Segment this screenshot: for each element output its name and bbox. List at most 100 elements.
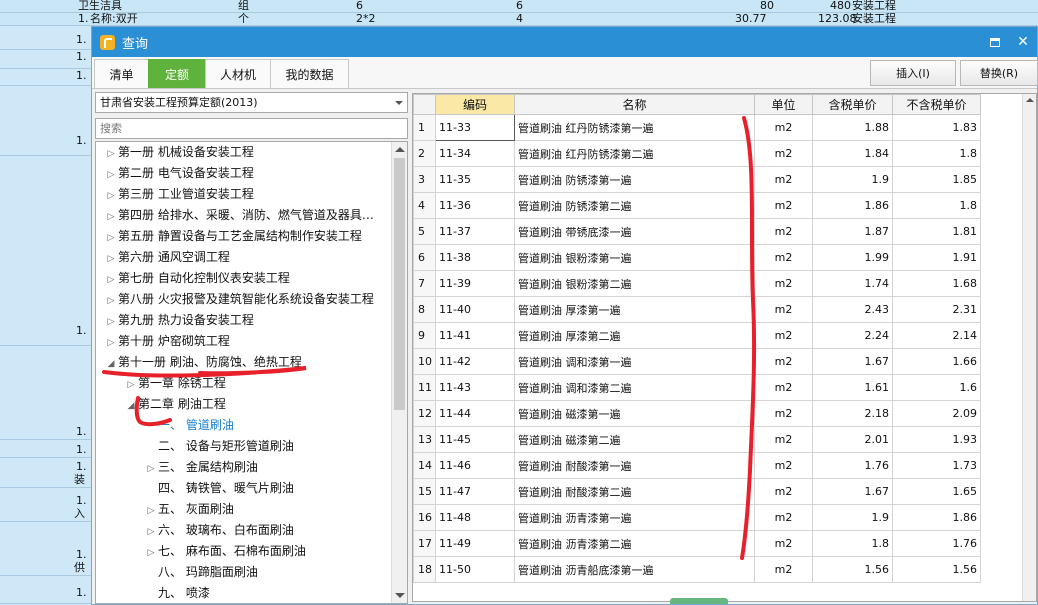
tab-quota[interactable]: 定额 <box>148 59 206 88</box>
column-header-price-with-tax[interactable]: 含税单价 <box>812 94 893 115</box>
column-header-code[interactable]: 编码 <box>435 94 515 115</box>
table-row[interactable]: 16 11-48 管道刷油 沥青漆第一遍 m2 1.9 1.86 <box>413 504 981 531</box>
table-row[interactable]: 4 11-36 管道刷油 防锈漆第二遍 m2 1.86 1.8 <box>413 192 981 219</box>
tree-item[interactable]: 二、 设备与矩形管道刷油 <box>144 436 294 457</box>
price-with-tax-cell[interactable]: 1.76 <box>812 452 893 479</box>
quota-book-select[interactable]: 甘肃省安装工程预算定额(2013) <box>95 92 408 113</box>
table-row[interactable]: 3 11-35 管道刷油 防锈漆第一遍 m2 1.9 1.85 <box>413 166 981 193</box>
price-without-tax-cell[interactable]: 1.65 <box>892 478 981 505</box>
tree-item[interactable]: ▷ 第三册 工业管道安装工程 <box>104 184 254 205</box>
scroll-up-icon[interactable] <box>1026 98 1034 102</box>
price-without-tax-cell[interactable]: 1.93 <box>892 426 981 453</box>
unit-cell[interactable]: m2 <box>754 140 813 167</box>
scroll-down-icon[interactable] <box>395 593 405 598</box>
name-cell[interactable]: 管道刷油 银粉漆第二遍 <box>514 270 755 297</box>
price-with-tax-cell[interactable]: 1.9 <box>812 504 893 531</box>
name-cell[interactable]: 管道刷油 沥青船底漆第一遍 <box>514 556 755 583</box>
expand-icon[interactable]: ▷ <box>104 228 118 249</box>
table-row[interactable]: 7 11-39 管道刷油 银粉漆第二遍 m2 1.74 1.68 <box>413 270 981 297</box>
code-cell[interactable]: 11-41 <box>435 322 515 349</box>
name-cell[interactable]: 管道刷油 耐酸漆第一遍 <box>514 452 755 479</box>
name-cell[interactable]: 管道刷油 调和漆第二遍 <box>514 374 755 401</box>
tab-labor-material-machine[interactable]: 人材机 <box>205 59 271 88</box>
code-cell[interactable]: 11-39 <box>435 270 515 297</box>
unit-cell[interactable]: m2 <box>754 192 813 219</box>
maximize-button[interactable] <box>981 27 1009 57</box>
expand-icon[interactable]: ▷ <box>104 270 118 291</box>
table-row[interactable]: 18 11-50 管道刷油 沥青船底漆第一遍 m2 1.56 1.56 <box>413 556 981 583</box>
code-cell[interactable]: 11-43 <box>435 374 515 401</box>
resize-grip[interactable] <box>670 598 728 604</box>
table-row[interactable]: 2 11-34 管道刷油 红丹防锈漆第二遍 m2 1.84 1.8 <box>413 140 981 167</box>
tree-item[interactable]: 九、 喷漆 <box>144 583 210 603</box>
price-with-tax-cell[interactable]: 1.84 <box>812 140 893 167</box>
insert-button[interactable]: 插入(I) <box>870 60 956 86</box>
price-without-tax-cell[interactable]: 1.86 <box>892 504 981 531</box>
unit-cell[interactable]: m2 <box>754 400 813 427</box>
code-cell[interactable]: 11-48 <box>435 504 515 531</box>
tree-item[interactable]: ▷ 三、 金属结构刷油 <box>144 457 258 478</box>
tree-item[interactable]: ▷ 第九册 热力设备安装工程 <box>104 310 254 331</box>
table-row[interactable]: 9 11-41 管道刷油 厚漆第二遍 m2 2.24 2.14 <box>413 322 981 349</box>
price-without-tax-cell[interactable]: 2.09 <box>892 400 981 427</box>
unit-cell[interactable]: m2 <box>754 478 813 505</box>
price-without-tax-cell[interactable]: 1.76 <box>892 530 981 557</box>
column-header-name[interactable]: 名称 <box>514 94 755 115</box>
name-cell[interactable]: 管道刷油 磁漆第二遍 <box>514 426 755 453</box>
price-without-tax-cell[interactable]: 2.14 <box>892 322 981 349</box>
name-cell[interactable]: 管道刷油 沥青漆第一遍 <box>514 504 755 531</box>
table-row[interactable]: 12 11-44 管道刷油 磁漆第一遍 m2 2.18 2.09 <box>413 400 981 427</box>
name-cell[interactable]: 管道刷油 银粉漆第一遍 <box>514 244 755 271</box>
tree-item[interactable]: 八、 玛蹄脂面刷油 <box>144 562 258 583</box>
name-cell[interactable]: 管道刷油 防锈漆第一遍 <box>514 166 755 193</box>
name-cell[interactable]: 管道刷油 厚漆第一遍 <box>514 296 755 323</box>
price-without-tax-cell[interactable]: 1.66 <box>892 348 981 375</box>
expand-icon[interactable]: ▷ <box>144 522 158 543</box>
code-cell[interactable]: 11-40 <box>435 296 515 323</box>
tree-item[interactable]: ▷ 第十册 炉窑砌筑工程 <box>104 331 230 352</box>
price-with-tax-cell[interactable]: 1.61 <box>812 374 893 401</box>
table-row[interactable]: 5 11-37 管道刷油 带锈底漆一遍 m2 1.87 1.81 <box>413 218 981 245</box>
unit-cell[interactable]: m2 <box>754 244 813 271</box>
price-with-tax-cell[interactable]: 1.88 <box>812 114 893 141</box>
tree-item[interactable]: ▷ 第五册 静置设备与工艺金属结构制作安装工程 <box>104 226 362 247</box>
scroll-thumb[interactable] <box>394 158 405 410</box>
price-with-tax-cell[interactable]: 2.18 <box>812 400 893 427</box>
unit-cell[interactable]: m2 <box>754 426 813 453</box>
price-without-tax-cell[interactable]: 1.83 <box>892 114 981 141</box>
tree-item[interactable]: ▷ 第六册 通风空调工程 <box>104 247 230 268</box>
expand-icon[interactable]: ▷ <box>144 501 158 522</box>
collapse-icon[interactable]: ◢ <box>124 396 138 417</box>
table-row[interactable]: 10 11-42 管道刷油 调和漆第一遍 m2 1.67 1.66 <box>413 348 981 375</box>
price-without-tax-cell[interactable]: 1.56 <box>892 556 981 583</box>
price-without-tax-cell[interactable]: 1.81 <box>892 218 981 245</box>
expand-icon[interactable]: ▷ <box>104 312 118 333</box>
price-with-tax-cell[interactable]: 1.99 <box>812 244 893 271</box>
tree-item[interactable]: ▷ 第七册 自动化控制仪表安装工程 <box>104 268 290 289</box>
code-cell[interactable]: 11-47 <box>435 478 515 505</box>
price-with-tax-cell[interactable]: 1.67 <box>812 478 893 505</box>
expand-icon[interactable]: ▷ <box>144 459 158 480</box>
table-row[interactable]: 6 11-38 管道刷油 银粉漆第一遍 m2 1.99 1.91 <box>413 244 981 271</box>
code-cell[interactable]: 11-44 <box>435 400 515 427</box>
tab-my-data[interactable]: 我的数据 <box>270 59 349 88</box>
expand-icon[interactable]: ▷ <box>104 249 118 270</box>
expand-icon[interactable]: ▷ <box>104 291 118 312</box>
code-cell[interactable]: 11-42 <box>435 348 515 375</box>
price-without-tax-cell[interactable]: 1.91 <box>892 244 981 271</box>
unit-cell[interactable]: m2 <box>754 374 813 401</box>
name-cell[interactable]: 管道刷油 防锈漆第二遍 <box>514 192 755 219</box>
code-cell[interactable]: 11-38 <box>435 244 515 271</box>
price-without-tax-cell[interactable]: 1.85 <box>892 166 981 193</box>
expand-icon[interactable]: ▷ <box>124 375 138 396</box>
tree-item[interactable]: ▷ 第二册 电气设备安装工程 <box>104 163 254 184</box>
tree-item[interactable]: ◢ 第十一册 刷油、防腐蚀、绝热工程 <box>104 352 302 373</box>
price-with-tax-cell[interactable]: 1.67 <box>812 348 893 375</box>
column-header-unit[interactable]: 单位 <box>754 94 813 115</box>
price-with-tax-cell[interactable]: 2.24 <box>812 322 893 349</box>
price-with-tax-cell[interactable]: 1.74 <box>812 270 893 297</box>
unit-cell[interactable]: m2 <box>754 504 813 531</box>
table-row[interactable]: 1 11-33 管道刷油 红丹防锈漆第一遍 m2 1.88 1.83 <box>413 114 981 141</box>
code-cell[interactable]: 11-35 <box>435 166 515 193</box>
unit-cell[interactable]: m2 <box>754 114 813 141</box>
